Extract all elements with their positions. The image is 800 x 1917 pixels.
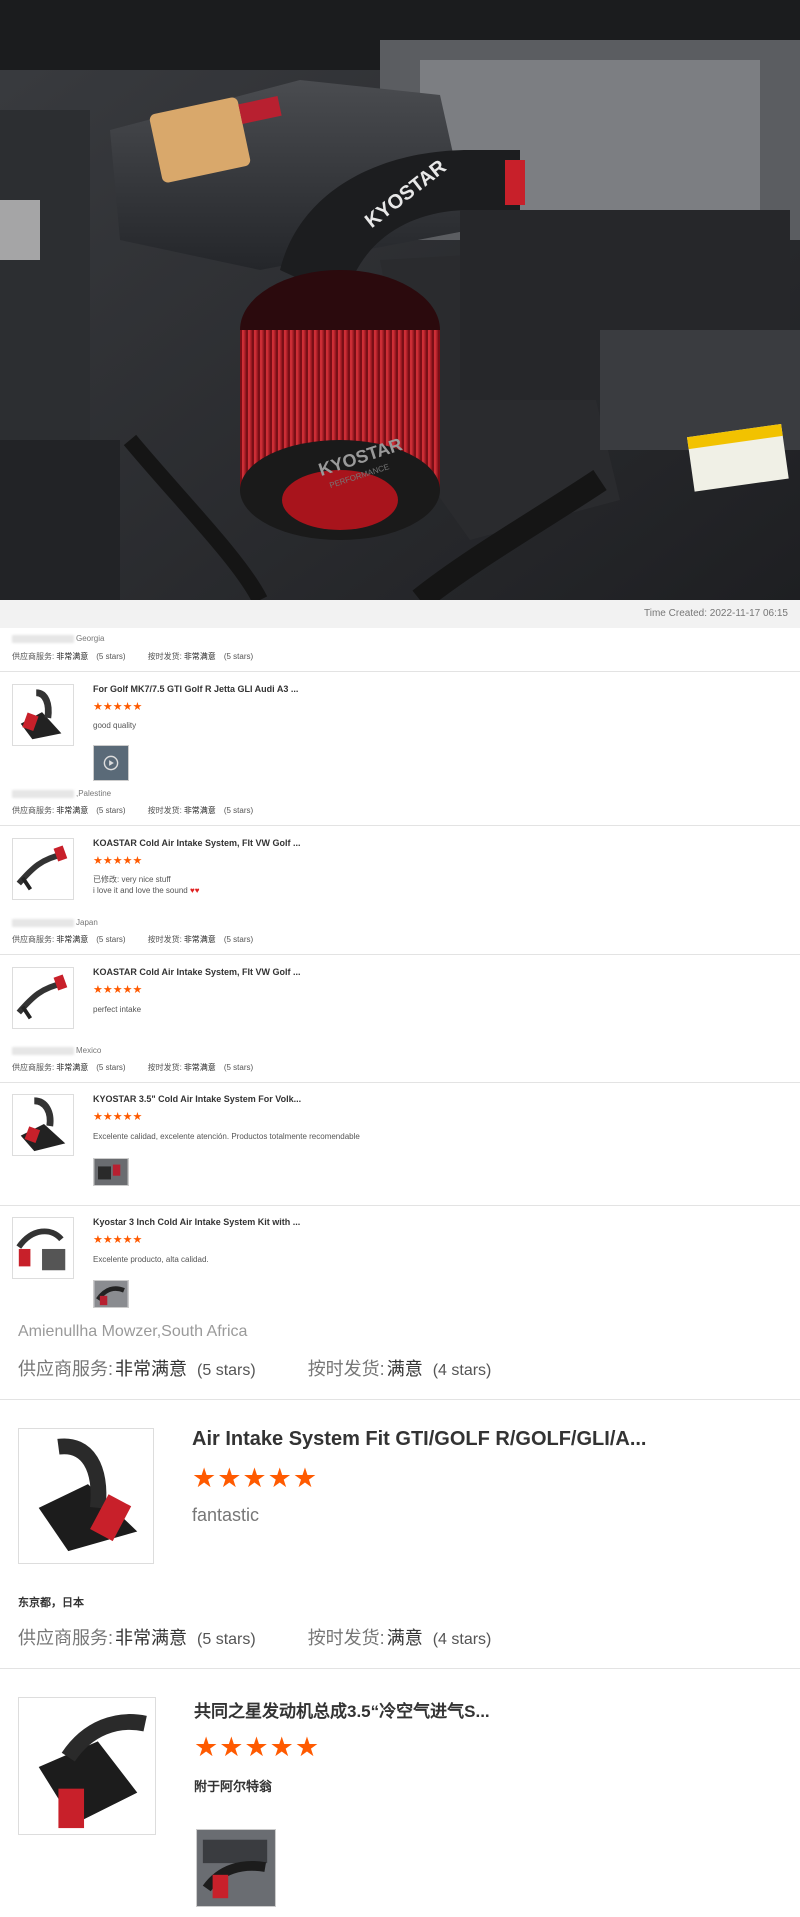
product-title[interactable]: KYOSTAR 3.5" Cold Air Intake System For … bbox=[93, 1094, 301, 1104]
divider bbox=[0, 825, 800, 826]
review-comment-line2: i love it and love the sound ♥♥ bbox=[93, 886, 200, 895]
divider bbox=[0, 954, 800, 955]
review-ratings: 供应商服务: 非常满意 (5 stars) 按时发货: 非常满意 (5 stars) bbox=[12, 1063, 254, 1072]
review-photo[interactable] bbox=[93, 1158, 129, 1186]
reviewer-name: Georgia bbox=[12, 634, 104, 643]
star-rating: ★★★★★ bbox=[93, 701, 143, 713]
review-photo[interactable] bbox=[93, 1280, 129, 1308]
divider bbox=[0, 671, 800, 672]
time-created: Time Created: 2022-11-17 06:15 bbox=[644, 608, 788, 619]
review-photo[interactable] bbox=[196, 1829, 276, 1907]
reviewer-name: Amienullha Mowzer,South Africa bbox=[18, 1323, 248, 1340]
star-rating: ★★★★★ bbox=[93, 984, 143, 996]
product-title[interactable]: 共同之星发动机总成3.5“冷空气进气S... bbox=[194, 1697, 490, 1722]
product-thumbnail[interactable] bbox=[12, 838, 74, 900]
divider bbox=[0, 1399, 800, 1400]
review-comment: fantastic bbox=[192, 1505, 260, 1525]
product-title[interactable]: KOASTAR Cold Air Intake System, FIt VW G… bbox=[93, 967, 301, 977]
review-comment: 已修改: very nice stuff bbox=[93, 875, 171, 884]
product-thumbnail[interactable] bbox=[12, 1094, 74, 1156]
product-thumbnail[interactable] bbox=[18, 1697, 156, 1835]
review-comment: good quality bbox=[93, 721, 137, 730]
product-title[interactable]: Kyostar 3 Inch Cold Air Intake System Ki… bbox=[93, 1217, 300, 1227]
product-thumbnail[interactable] bbox=[12, 684, 74, 746]
star-rating: ★★★★★ bbox=[93, 1111, 143, 1123]
product-title[interactable]: KOASTAR Cold Air Intake System, FIt VW G… bbox=[93, 838, 301, 848]
reviewer-name: ,Palestine bbox=[12, 789, 111, 798]
star-rating: ★★★★★ bbox=[192, 1463, 319, 1493]
review-ratings: 供应商服务: 非常满意 (5 stars) 按时发货: 满意 (4 stars) bbox=[18, 1628, 492, 1648]
star-rating: ★★★★★ bbox=[194, 1732, 321, 1762]
divider bbox=[0, 1668, 800, 1669]
reviewer-name: 东京都，日本 bbox=[18, 1597, 84, 1609]
review-ratings: 供应商服务: 非常满意 (5 stars) 按时发货: 非常满意 (5 stars) bbox=[12, 935, 254, 944]
product-title[interactable]: For Golf MK7/7.5 GTI Golf R Jetta GLI Au… bbox=[93, 684, 298, 694]
product-thumbnail[interactable] bbox=[12, 1217, 74, 1279]
review-comment: 附于阿尔特翁 bbox=[194, 1779, 273, 1794]
review-ratings: 供应商服务: 非常满意 (5 stars) 按时发货: 非常满意 (5 stars) bbox=[12, 806, 254, 815]
product-title[interactable]: Air Intake System Fit GTI/GOLF R/GOLF/GL… bbox=[192, 1428, 647, 1451]
engine-bay-photo: KYOSTAR KYOSTAR PERFORMANCE bbox=[0, 0, 800, 600]
review-comment: Excelente calidad, excelente atención. P… bbox=[93, 1132, 360, 1141]
reviewer-name: Japan bbox=[12, 918, 98, 927]
review-ratings: 供应商服务: 非常满意 (5 stars) 按时发货: 非常满意 (5 stars) bbox=[12, 652, 254, 661]
star-rating: ★★★★★ bbox=[93, 855, 143, 867]
time-created-bar: Time Created: 2022-11-17 06:15 bbox=[0, 600, 800, 628]
divider bbox=[0, 1082, 800, 1083]
star-rating: ★★★★★ bbox=[93, 1234, 143, 1246]
divider bbox=[0, 1205, 800, 1206]
review-comment: Excelente producto, alta calidad. bbox=[93, 1255, 209, 1264]
review-comment: perfect intake bbox=[93, 1005, 142, 1014]
product-thumbnail[interactable] bbox=[18, 1428, 154, 1564]
review-video-thumbnail[interactable] bbox=[93, 745, 129, 781]
heart-icon: ♥♥ bbox=[189, 886, 200, 895]
review-ratings: 供应商服务: 非常满意 (5 stars) 按时发货: 满意 (4 stars) bbox=[18, 1359, 492, 1379]
reviewer-name: Mexico bbox=[12, 1046, 101, 1055]
product-thumbnail[interactable] bbox=[12, 967, 74, 1029]
